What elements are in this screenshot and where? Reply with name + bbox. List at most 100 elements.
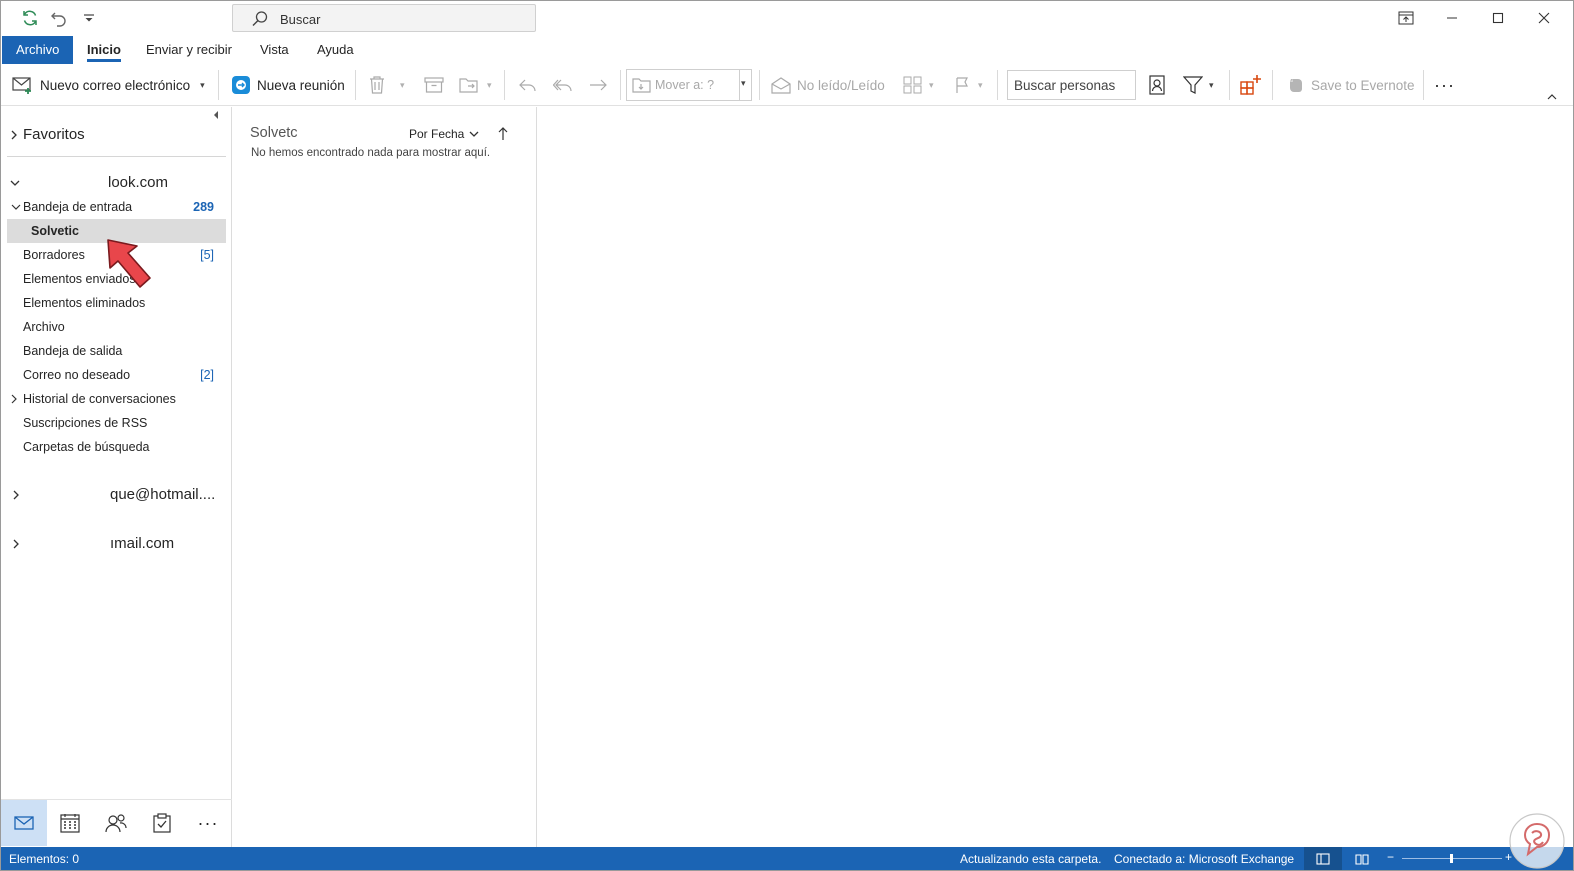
more-icon[interactable]: ··· <box>185 800 231 846</box>
sort-direction-icon[interactable] <box>498 127 508 141</box>
people-icon[interactable] <box>93 800 139 846</box>
reply-all-button[interactable] <box>553 64 573 106</box>
separator <box>997 70 998 100</box>
tab-send-receive[interactable]: Enviar y recibir <box>146 36 232 64</box>
folder-rss[interactable]: Suscripciones de RSS <box>0 411 226 435</box>
folder-inbox[interactable]: Bandeja de entrada 289 <box>0 195 226 219</box>
minimize-icon[interactable] <box>1429 6 1475 30</box>
filter-icon <box>1183 75 1203 95</box>
add-ins-icon <box>1240 74 1262 96</box>
folder-search-folders-label: Carpetas de búsqueda <box>23 440 150 454</box>
folder-outbox[interactable]: Bandeja de salida <box>0 339 226 363</box>
normal-view-icon[interactable] <box>1304 847 1342 871</box>
chevron-down-icon[interactable]: ▾ <box>487 80 492 91</box>
chevron-down-icon[interactable]: ▾ <box>400 80 405 91</box>
address-book-button[interactable] <box>1148 64 1166 106</box>
chevron-down-icon[interactable]: ▾ <box>741 78 746 89</box>
tab-help[interactable]: Ayuda <box>317 36 354 64</box>
tab-view[interactable]: Vista <box>260 36 289 64</box>
chevron-down-icon[interactable]: ▾ <box>978 80 983 91</box>
new-meeting-label: Nueva reunión <box>257 77 345 93</box>
junk-count: [2] <box>200 368 214 382</box>
search-people-input[interactable]: Buscar personas <box>1007 70 1136 100</box>
account-header-3[interactable]: ımail.com <box>0 532 226 556</box>
collapse-folder-pane-icon[interactable] <box>211 110 221 120</box>
account-name-2: que@hotmail.... <box>110 486 216 503</box>
tab-file[interactable]: Archivo <box>2 36 74 64</box>
delete-button[interactable]: ▾ <box>368 64 405 106</box>
undo-icon[interactable] <box>49 8 69 28</box>
inbox-unread-count: 289 <box>193 200 214 214</box>
connection-status: Conectado a: Microsoft Exchange <box>1114 852 1295 866</box>
message-list: Solvetc Por Fecha No hemos encontrado na… <box>232 107 537 847</box>
move-button[interactable]: ▾ <box>459 64 492 106</box>
folder-solvetic-label: Solvetic <box>31 224 79 238</box>
new-meeting-button[interactable]: Nueva reunión <box>231 64 345 106</box>
separator <box>759 70 760 100</box>
collapse-ribbon-icon[interactable] <box>1546 92 1558 102</box>
folder-search-folders[interactable]: Carpetas de búsqueda <box>0 435 226 459</box>
new-email-label: Nuevo correo electrónico <box>40 77 191 93</box>
folder-archive[interactable]: Archivo <box>0 315 226 339</box>
follow-up-button[interactable]: ▾ <box>954 64 983 106</box>
customize-qat-icon[interactable] <box>79 8 99 28</box>
refresh-icon[interactable] <box>20 8 40 28</box>
reply-all-icon <box>553 76 573 94</box>
sort-by-date-button[interactable]: Por Fecha <box>409 127 508 141</box>
separator <box>1229 70 1230 100</box>
new-email-icon <box>12 75 34 95</box>
chevron-down-icon[interactable]: ▾ <box>929 80 934 91</box>
reply-button[interactable] <box>518 64 538 106</box>
search-label: Buscar <box>280 12 321 27</box>
folder-deleted-label: Elementos eliminados <box>23 296 146 310</box>
folder-deleted[interactable]: Elementos eliminados <box>0 291 226 315</box>
drafts-count: [5] <box>200 248 214 262</box>
account-header-1[interactable]: look.com <box>0 171 226 195</box>
save-to-evernote-button[interactable]: Save to Evernote <box>1287 64 1415 106</box>
filter-email-button[interactable]: ▾ <box>1183 64 1214 106</box>
folder-pane: Favoritos look.com Bandeja de entrada 28… <box>0 107 232 847</box>
chevron-right-icon <box>10 123 22 147</box>
folder-outbox-label: Bandeja de salida <box>23 344 123 358</box>
mail-icon[interactable] <box>1 800 47 846</box>
close-icon[interactable] <box>1521 6 1567 30</box>
folder-junk[interactable]: Correo no deseado [2] <box>0 363 226 387</box>
account-header-2[interactable]: que@hotmail.... <box>0 483 226 507</box>
reading-pane <box>537 107 1573 847</box>
tasks-icon[interactable] <box>139 800 185 846</box>
status-bar: Elementos: 0 Actualizando esta carpeta. … <box>0 847 1574 871</box>
zoom-out-button[interactable]: − <box>1387 850 1394 864</box>
unread-read-button[interactable]: No leído/Leído <box>771 64 885 106</box>
chevron-down-icon[interactable]: ▾ <box>200 80 205 91</box>
new-email-button[interactable]: Nuevo correo electrónico ▾ <box>12 64 205 106</box>
address-book-icon <box>1148 75 1166 95</box>
move-to-dropdown[interactable]: Mover a: ? ▾ <box>626 69 752 101</box>
archive-icon <box>424 76 444 94</box>
separator <box>355 70 356 100</box>
teams-meeting-icon <box>231 75 251 95</box>
folder-conversation-history[interactable]: Historial de conversaciones <box>0 387 226 411</box>
forward-button[interactable] <box>588 64 608 106</box>
chevron-down-icon <box>9 171 21 195</box>
favorites-header[interactable]: Favoritos <box>0 123 226 147</box>
folder-title: Solvetc <box>250 125 298 141</box>
tab-home[interactable]: Inicio <box>87 36 121 64</box>
chevron-down-icon[interactable]: ▾ <box>1209 80 1214 91</box>
search-input[interactable]: Buscar <box>232 4 536 32</box>
folder-archive-label: Archivo <box>23 320 65 334</box>
items-count: Elementos: 0 <box>9 852 80 866</box>
folder-junk-label: Correo no deseado <box>23 368 131 382</box>
separator <box>218 70 219 100</box>
reading-view-icon[interactable] <box>1343 847 1381 871</box>
maximize-icon[interactable] <box>1475 6 1521 30</box>
chevron-down-icon <box>469 130 479 138</box>
add-ins-button[interactable] <box>1240 64 1262 106</box>
archive-button[interactable] <box>424 64 444 106</box>
move-to-label: Mover a: ? <box>655 78 715 92</box>
more-commands-button[interactable]: ··· <box>1434 64 1455 106</box>
zoom-slider-thumb[interactable] <box>1450 854 1453 863</box>
categorize-button[interactable]: ▾ <box>903 64 934 106</box>
calendar-icon[interactable] <box>47 800 93 846</box>
ribbon-display-icon[interactable] <box>1383 6 1429 30</box>
chevron-right-icon <box>10 387 22 411</box>
